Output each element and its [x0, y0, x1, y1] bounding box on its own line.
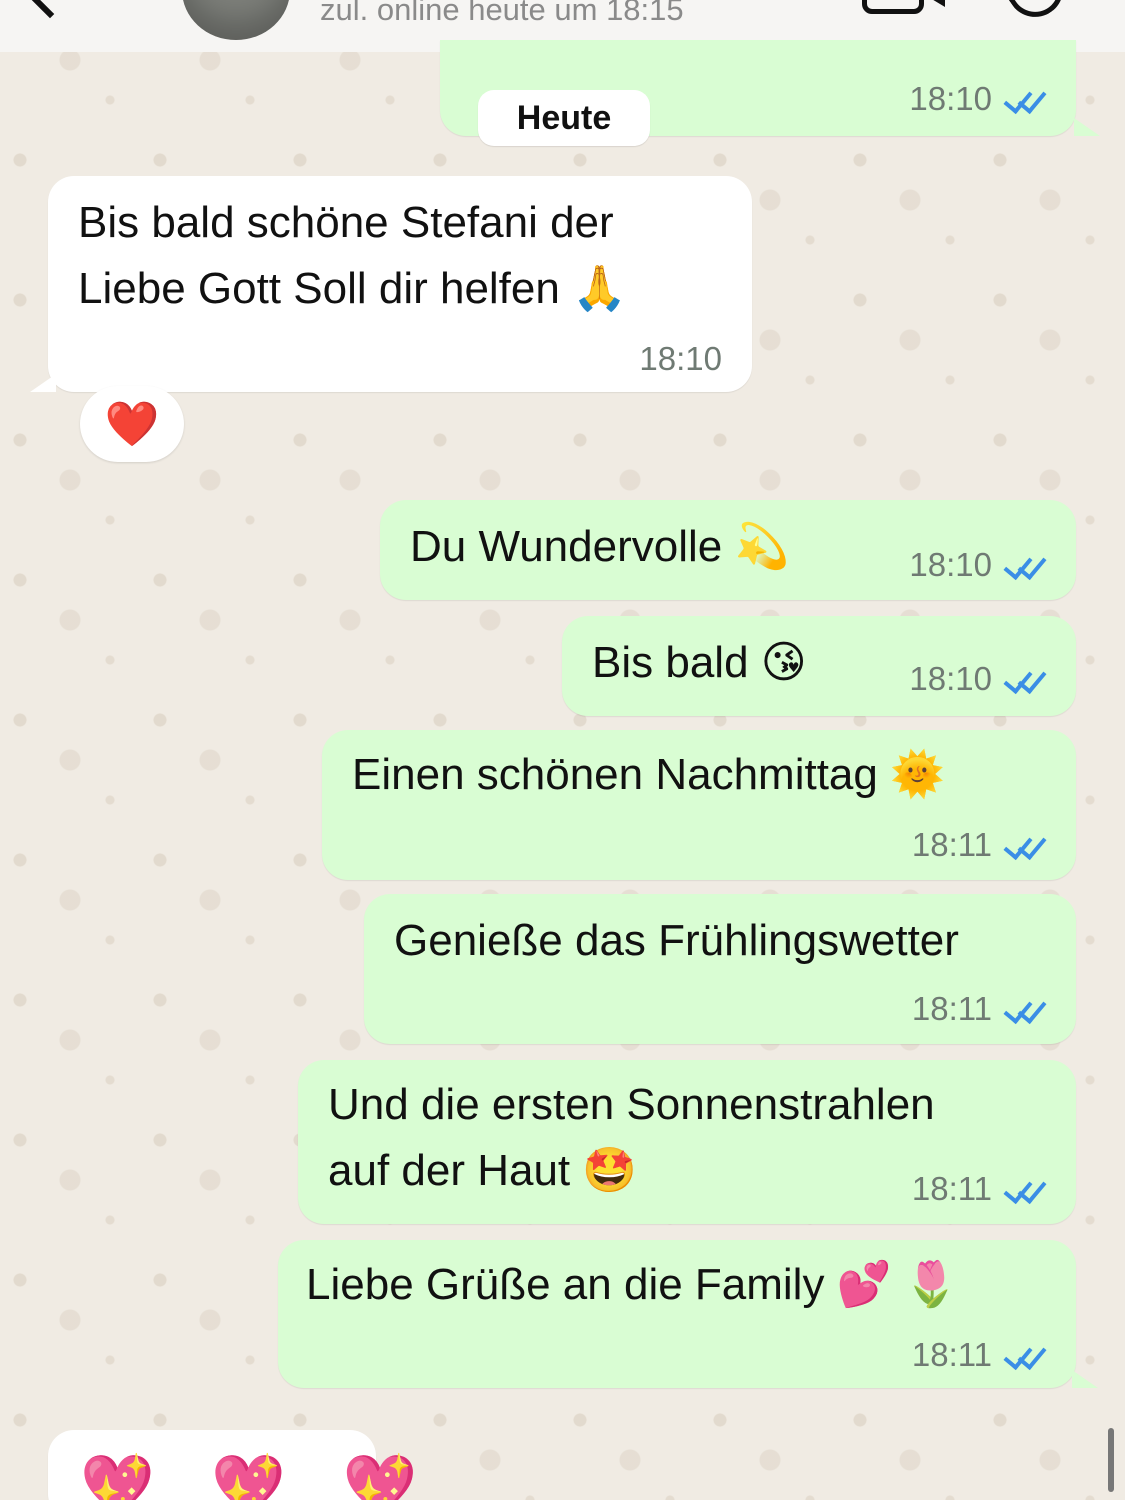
message-text: Einen schönen Nachmittag 🌞 [352, 750, 945, 799]
back-arrow-icon[interactable] [21, 0, 79, 19]
message-meta: 18:10 [639, 340, 722, 378]
read-receipt-icon [1002, 550, 1048, 580]
video-call-icon[interactable] [862, 0, 945, 14]
message-meta: 18:11 [912, 1336, 1048, 1374]
last-seen-status: zul. online heute um 18:15 [320, 0, 684, 27]
message-time: 18:10 [909, 80, 992, 117]
read-receipt-icon [1002, 830, 1048, 860]
message-time: 18:11 [911, 990, 992, 1027]
message-bubble-outgoing[interactable]: Liebe Grüße an die Family 💕 🌷 18:11 [278, 1240, 1076, 1388]
message-bubble-outgoing[interactable]: Bis bald 😘 18:10 [562, 616, 1076, 716]
read-receipt-icon [1002, 664, 1048, 694]
message-time: 18:11 [911, 1170, 992, 1207]
message-text-line: auf der Haut 🤩 [328, 1146, 638, 1195]
message-text-line: Bis bald schöne Stefani der [78, 198, 614, 247]
message-text: Genieße das Frühlingswetter [394, 916, 959, 965]
message-time: 18:10 [909, 660, 992, 697]
message-time: 18:11 [911, 826, 992, 863]
message-text-line: Und die ersten Sonnenstrahlen [328, 1080, 935, 1129]
message-bubble-outgoing[interactable]: Genieße das Frühlingswetter 18:11 [364, 894, 1076, 1044]
message-bubble-outgoing[interactable]: Und die ersten Sonnenstrahlen auf der Ha… [298, 1060, 1076, 1224]
message-text-line: Liebe Gott Soll dir helfen 🙏 [78, 264, 627, 313]
contact-avatar[interactable] [182, 0, 290, 40]
message-text: Du Wundervolle 💫 [410, 522, 790, 571]
message-text: Liebe Grüße an die Family 💕 🌷 [306, 1260, 959, 1309]
scrollbar[interactable] [1108, 1428, 1114, 1492]
message-meta: 18:11 [912, 990, 1048, 1028]
message-meta: 18:10 [909, 546, 1048, 584]
phone-call-icon[interactable] [1001, 0, 1075, 28]
read-receipt-icon [1002, 994, 1048, 1024]
message-time: 18:10 [909, 546, 992, 583]
message-bubble-outgoing[interactable]: Du Wundervolle 💫 18:10 [380, 500, 1076, 600]
read-receipt-icon [1002, 1174, 1048, 1204]
message-text: Bis bald 😘 [592, 638, 807, 687]
message-time: 18:11 [911, 1336, 992, 1373]
message-bubble-outgoing[interactable]: Einen schönen Nachmittag 🌞 18:11 [322, 730, 1076, 880]
date-separator: Heute [478, 90, 650, 146]
emoji-message: 💖 💖 💖 [80, 1452, 438, 1500]
message-time: 18:10 [639, 340, 722, 377]
message-meta: 18:10 [909, 80, 1048, 118]
message-meta: 18:11 [912, 1170, 1048, 1208]
message-meta: 18:10 [909, 660, 1048, 698]
read-receipt-icon [1002, 84, 1048, 114]
read-receipt-icon [1002, 1340, 1048, 1370]
message-meta: 18:11 [912, 826, 1048, 864]
heart-reaction[interactable]: ❤️ [80, 386, 184, 462]
message-bubble-incoming[interactable]: Bis bald schöne Stefani der Liebe Gott S… [48, 176, 752, 392]
